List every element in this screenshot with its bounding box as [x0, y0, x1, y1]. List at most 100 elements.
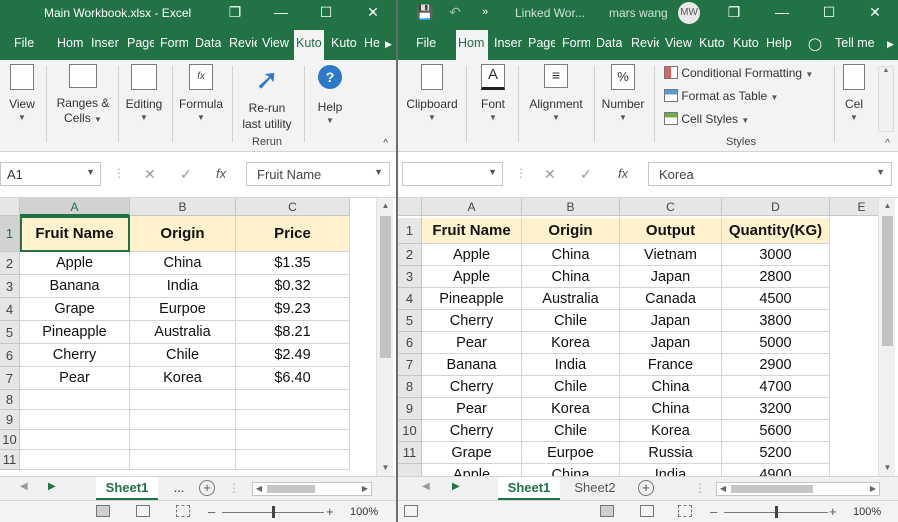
- table-cell[interactable]: Cherry: [422, 420, 522, 442]
- table-cell[interactable]: Cherry: [422, 310, 522, 332]
- table-cell[interactable]: Korea: [522, 332, 620, 354]
- table-cell[interactable]: China: [620, 376, 722, 398]
- row-header-3[interactable]: 3: [398, 266, 422, 288]
- table-cell[interactable]: 3200: [722, 398, 830, 420]
- select-all-corner[interactable]: [0, 198, 20, 216]
- tab-view[interactable]: View: [262, 36, 289, 50]
- restore-window-icon[interactable]: ❐: [226, 3, 244, 21]
- zoom-out-icon[interactable]: –: [710, 504, 717, 519]
- row-header-5[interactable]: 5: [0, 321, 20, 344]
- row-header-1[interactable]: 1: [398, 218, 422, 244]
- qat-more-icon[interactable]: »: [476, 3, 494, 21]
- table-cell[interactable]: Apple: [422, 266, 522, 288]
- enter-icon[interactable]: ✓: [180, 166, 192, 183]
- row-header-1[interactable]: 1: [0, 216, 20, 252]
- table-cell[interactable]: France: [620, 354, 722, 376]
- worksheet-grid[interactable]: A B C D E 1 2 3 4 5 6 7 8 9 10 11 Fruit Name Origin Output…: [398, 198, 898, 476]
- column-header-b[interactable]: B: [130, 198, 236, 216]
- tab-insert[interactable]: Inser: [91, 36, 121, 50]
- name-box[interactable]: A1 ▼: [0, 162, 101, 186]
- save-icon[interactable]: 💾: [416, 3, 434, 21]
- table-cell[interactable]: Japan: [620, 266, 722, 288]
- tabs-scroll-right-icon[interactable]: ▶: [887, 39, 894, 50]
- table-cell[interactable]: 4900: [722, 464, 830, 476]
- scroll-up-icon[interactable]: ▲: [377, 198, 394, 214]
- row-header-7[interactable]: 7: [398, 354, 422, 376]
- table-cell[interactable]: [20, 390, 130, 410]
- table-cell[interactable]: [236, 450, 350, 470]
- table-cell[interactable]: China: [522, 244, 620, 266]
- column-header-c[interactable]: C: [236, 198, 350, 216]
- view-button[interactable]: View ▼: [4, 62, 40, 123]
- table-cell[interactable]: Japan: [620, 332, 722, 354]
- tab-page-layout[interactable]: Page: [127, 36, 154, 50]
- table-cell[interactable]: Pear: [422, 398, 522, 420]
- table-cell[interactable]: Pineapple: [422, 288, 522, 310]
- minimize-button[interactable]: —: [272, 3, 290, 21]
- ribbon-scrollbar[interactable]: ▲: [878, 66, 894, 132]
- table-cell[interactable]: [130, 450, 236, 470]
- zoom-slider-thumb[interactable]: [272, 506, 275, 518]
- conditional-formatting-button[interactable]: Conditional Formatting ▼: [664, 66, 813, 80]
- row-header-5[interactable]: 5: [398, 310, 422, 332]
- avatar[interactable]: MW: [678, 2, 700, 24]
- table-cell[interactable]: [20, 450, 130, 470]
- insert-function-icon[interactable]: fx: [618, 166, 628, 181]
- maximize-button[interactable]: ☐: [317, 3, 335, 21]
- scroll-sheets-left-icon[interactable]: ◀: [422, 481, 430, 492]
- table-cell[interactable]: $9.23: [236, 298, 350, 321]
- sheet-tab-sheet2[interactable]: Sheet2: [566, 477, 624, 500]
- table-cell[interactable]: Apple: [422, 464, 522, 476]
- table-cell[interactable]: Canada: [620, 288, 722, 310]
- formula-input[interactable]: Fruit Name ▼: [246, 162, 390, 186]
- table-cell[interactable]: Russia: [620, 442, 722, 464]
- cancel-icon[interactable]: ✕: [144, 166, 156, 183]
- header-cell[interactable]: Fruit Name: [422, 218, 522, 244]
- more-options-icon[interactable]: ⋮: [694, 481, 706, 495]
- tab-help[interactable]: Help: [766, 36, 792, 50]
- table-cell[interactable]: 2900: [722, 354, 830, 376]
- table-cell[interactable]: Cherry: [20, 344, 130, 367]
- scroll-thumb[interactable]: [380, 216, 391, 358]
- table-cell[interactable]: $6.40: [236, 367, 350, 390]
- tab-view[interactable]: View: [665, 36, 692, 50]
- row-header-8[interactable]: 8: [398, 376, 422, 398]
- table-cell[interactable]: 2800: [722, 266, 830, 288]
- scroll-thumb[interactable]: [882, 216, 893, 346]
- zoom-in-icon[interactable]: +: [829, 504, 837, 519]
- maximize-button[interactable]: ☐: [820, 3, 838, 21]
- table-cell[interactable]: Cherry: [422, 376, 522, 398]
- header-cell[interactable]: Price: [236, 216, 350, 252]
- scroll-left-icon[interactable]: ◀: [253, 483, 265, 495]
- cell-styles-button[interactable]: Cell Styles ▼: [664, 112, 749, 126]
- more-options-icon[interactable]: ⋮: [515, 166, 527, 180]
- row-header-2[interactable]: 2: [0, 252, 20, 275]
- table-cell[interactable]: India: [620, 464, 722, 476]
- table-cell[interactable]: [236, 410, 350, 430]
- table-cell[interactable]: Banana: [20, 275, 130, 298]
- table-cell[interactable]: [130, 430, 236, 450]
- number-button[interactable]: % Number ▼: [598, 62, 648, 123]
- table-cell[interactable]: Korea: [130, 367, 236, 390]
- table-cell[interactable]: Japan: [620, 310, 722, 332]
- table-cell[interactable]: China: [522, 266, 620, 288]
- scroll-thumb[interactable]: [267, 485, 315, 493]
- scroll-up-icon[interactable]: ▲: [879, 198, 896, 214]
- alignment-button[interactable]: ≡ Alignment ▼: [524, 62, 588, 123]
- table-cell[interactable]: China: [130, 252, 236, 275]
- table-cell[interactable]: Pineapple: [20, 321, 130, 344]
- row-header-2[interactable]: 2: [398, 244, 422, 266]
- cells-button[interactable]: Cel ▼: [840, 62, 868, 123]
- scroll-right-icon[interactable]: ▶: [359, 483, 371, 495]
- table-cell[interactable]: 4500: [722, 288, 830, 310]
- enter-icon[interactable]: ✓: [580, 166, 592, 183]
- scroll-up-icon[interactable]: ▲: [879, 67, 893, 74]
- zoom-level[interactable]: 100%: [350, 506, 378, 518]
- name-box[interactable]: ▼: [402, 162, 503, 186]
- column-header-c[interactable]: C: [620, 198, 722, 216]
- table-cell[interactable]: Eurpoe: [522, 442, 620, 464]
- tab-data[interactable]: Data: [195, 36, 221, 50]
- page-break-view-icon[interactable]: [176, 505, 190, 517]
- restore-window-icon[interactable]: ❐: [725, 3, 743, 21]
- scroll-sheets-right-icon[interactable]: ▶: [48, 481, 56, 492]
